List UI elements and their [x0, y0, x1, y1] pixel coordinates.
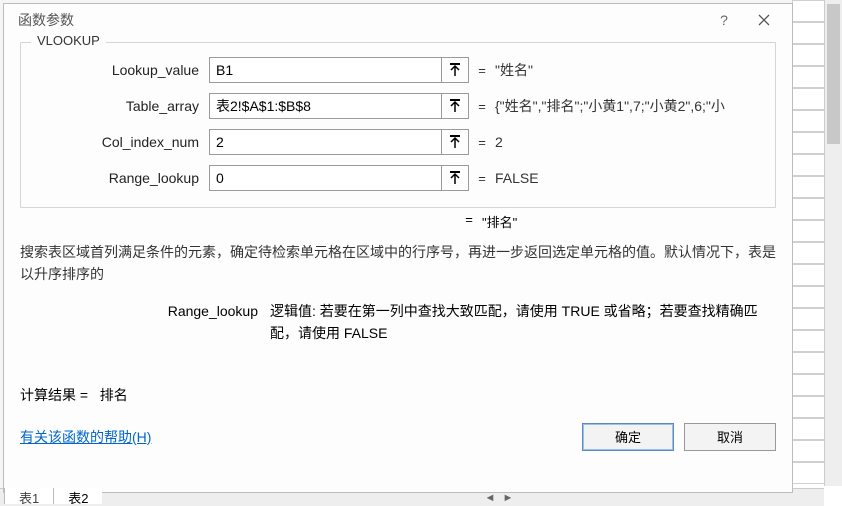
range-selector-icon[interactable] [441, 129, 469, 155]
function-help-link[interactable]: 有关该函数的帮助(H) [20, 427, 151, 447]
sheet-tabs: 表1 表2 [4, 488, 102, 504]
vertical-scrollbar[interactable] [824, 0, 842, 486]
function-name: VLOOKUP [31, 33, 106, 48]
calculation-result: 计算结果 = 排名 [20, 385, 776, 405]
param-groupbox: VLOOKUP Lookup_value = "姓名" Table_array [20, 42, 776, 208]
ok-button[interactable]: 确定 [582, 423, 674, 451]
equals-sign: = [469, 171, 495, 186]
lookup-value-input[interactable] [209, 57, 441, 83]
param-result: FALSE [495, 170, 763, 186]
sheet-tab-1[interactable]: 表1 [4, 488, 54, 504]
param-help-name: Range_lookup [140, 300, 270, 345]
dialog-title: 函数参数 [18, 10, 704, 30]
param-row-table-array: Table_array = {"姓名","排名";"小黄1",7;"小黄2",6… [33, 93, 763, 119]
equals-sign: = [456, 212, 482, 231]
param-result: {"姓名","排名";"小黄1",7;"小黄2",6;"小 [495, 96, 763, 116]
function-result-row: = "排名" [20, 212, 776, 231]
equals-sign: = [469, 99, 495, 114]
table-array-input[interactable] [209, 93, 441, 119]
param-result: "姓名" [495, 60, 763, 80]
equals-sign: = [469, 135, 495, 150]
param-help: Range_lookup 逻辑值: 若要在第一列中查找大致匹配，请使用 TRUE… [140, 300, 776, 345]
param-label: Lookup_value [33, 62, 209, 78]
function-description: 搜索表区域首列满足条件的元素，确定待检索单元格在区域中的行序号，再进一步返回选定… [20, 241, 776, 286]
param-row-col-index-num: Col_index_num = 2 [33, 129, 763, 155]
function-arguments-dialog: 函数参数 ? VLOOKUP Lookup_value = "姓名" Table… [3, 3, 793, 493]
param-row-lookup-value: Lookup_value = "姓名" [33, 57, 763, 83]
param-label: Col_index_num [33, 134, 209, 150]
equals-sign: = [469, 63, 495, 78]
scrollbar-thumb[interactable] [827, 4, 840, 144]
dialog-titlebar[interactable]: 函数参数 ? [4, 4, 792, 36]
help-icon[interactable]: ? [704, 7, 744, 33]
close-icon[interactable] [744, 7, 784, 33]
range-selector-icon[interactable] [441, 57, 469, 83]
function-result: "排名" [482, 212, 517, 231]
param-label: Range_lookup [33, 170, 209, 186]
param-help-text: 逻辑值: 若要在第一列中查找大致匹配，请使用 TRUE 或省略；若要查找精确匹配… [270, 300, 776, 345]
range-lookup-input[interactable] [209, 165, 441, 191]
param-result: 2 [495, 134, 763, 150]
cancel-button[interactable]: 取消 [684, 423, 776, 451]
sheet-tab-2[interactable]: 表2 [53, 488, 102, 504]
col-index-num-input[interactable] [209, 129, 441, 155]
range-selector-icon[interactable] [441, 93, 469, 119]
range-selector-icon[interactable] [441, 165, 469, 191]
param-label: Table_array [33, 98, 209, 114]
param-row-range-lookup: Range_lookup = FALSE [33, 165, 763, 191]
